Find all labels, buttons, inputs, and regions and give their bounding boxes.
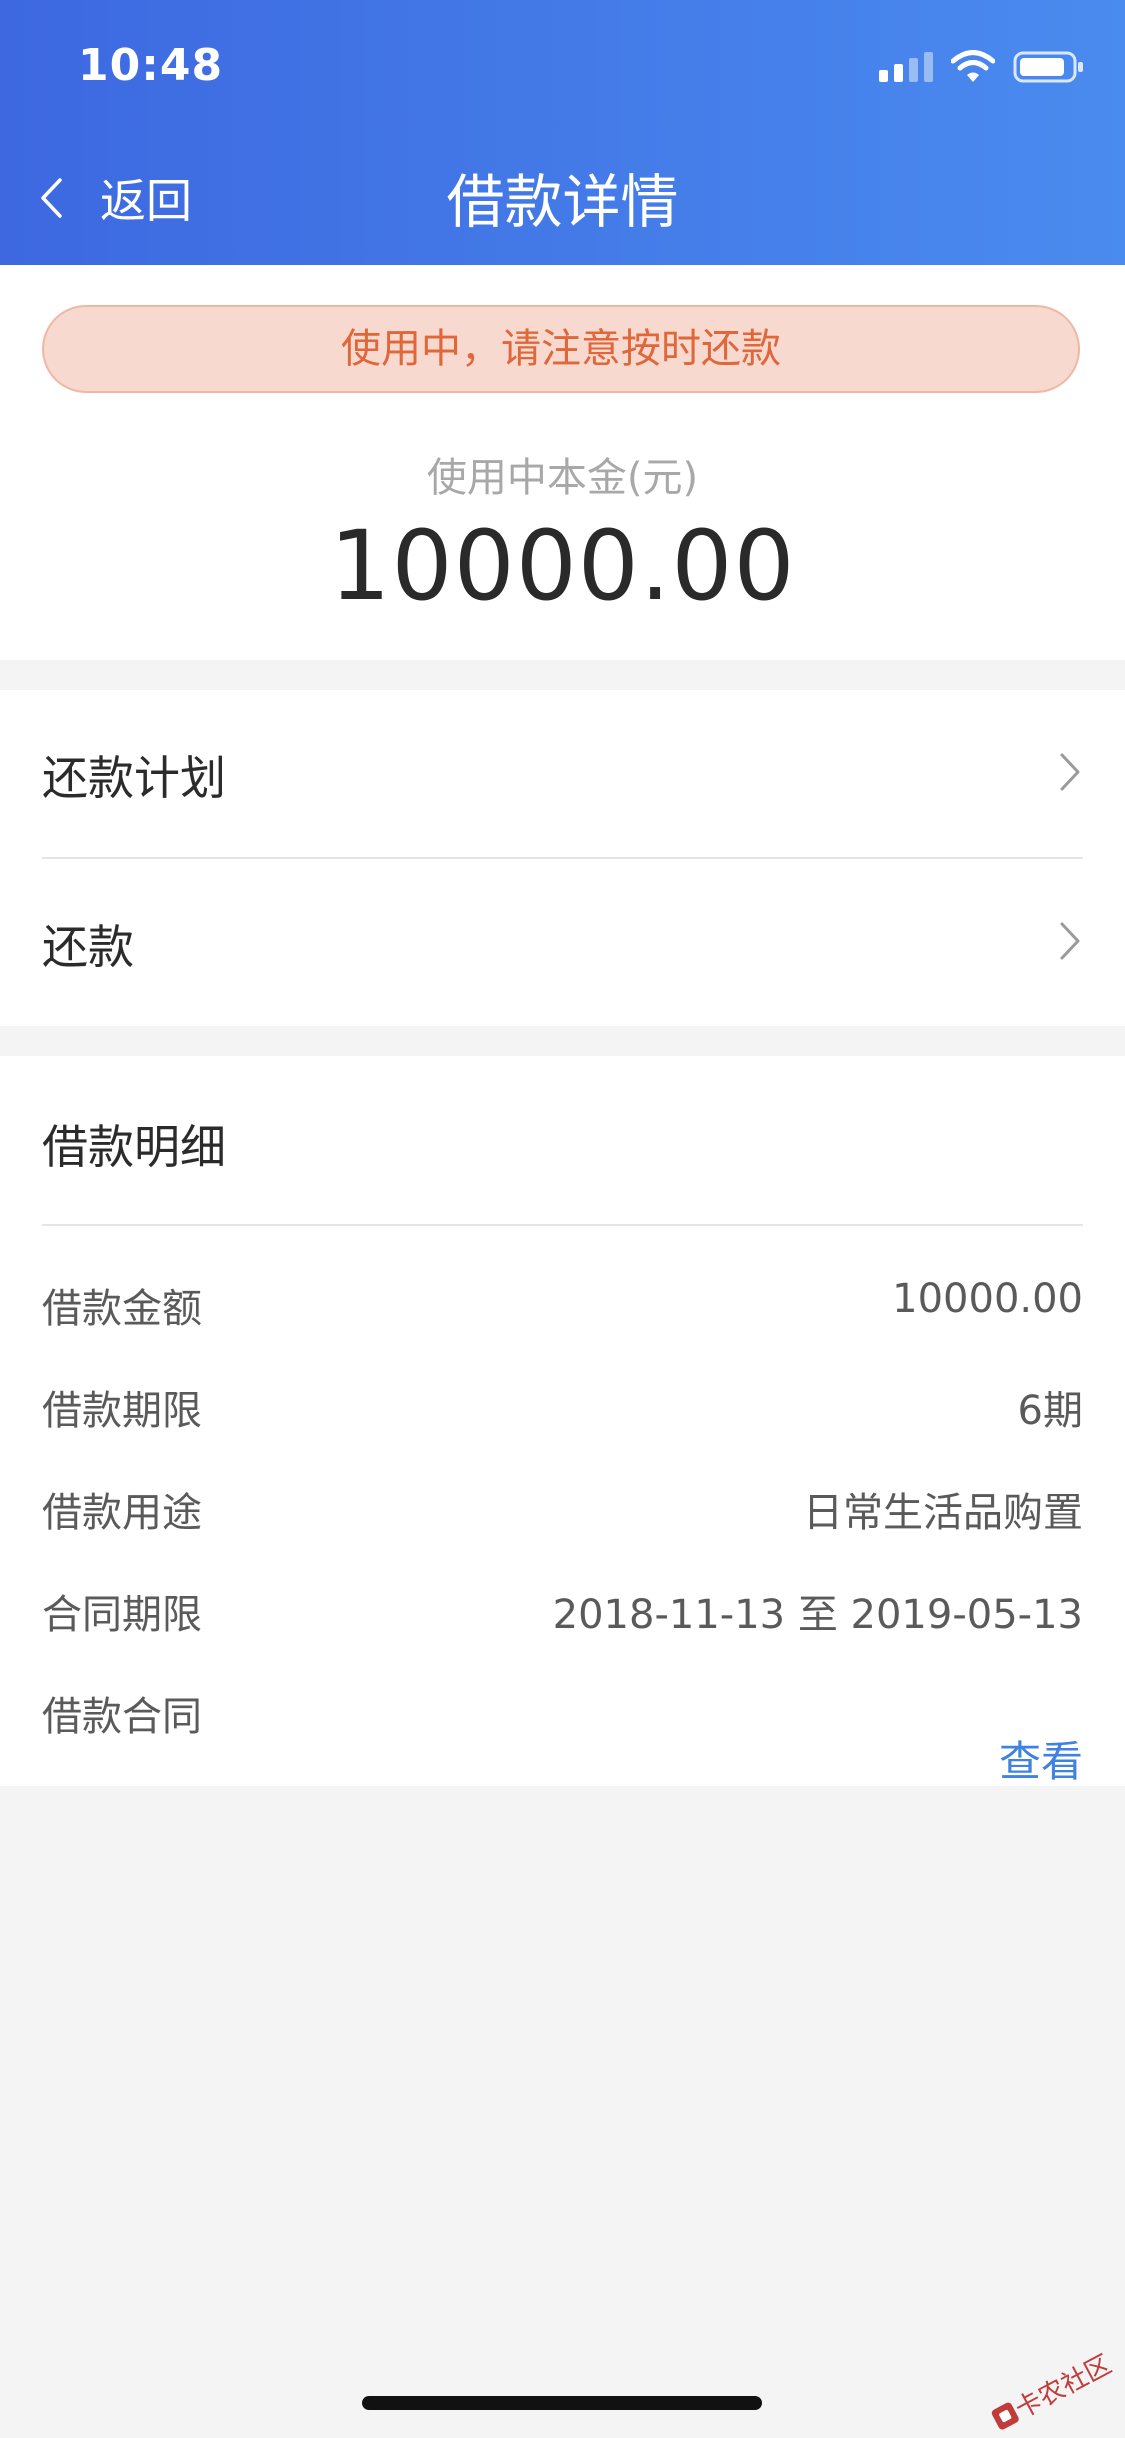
detail-value: 2018-11-13 至 2019-05-13 [552, 1592, 1083, 1638]
app-header: 10:48 返回 借款详情 [0, 0, 1125, 265]
detail-row-term: 借款期限 6期 [42, 1378, 1083, 1438]
status-icons [879, 50, 1085, 84]
repayment-row[interactable]: 还款 [0, 859, 1125, 1027]
detail-label: 借款合同 [42, 1694, 202, 1740]
chevron-right-icon [1060, 753, 1080, 791]
detail-row-contract: 借款合同 查看 [42, 1684, 1083, 1786]
status-time: 10:48 [78, 40, 224, 91]
detail-label: 借款期限 [42, 1388, 202, 1434]
detail-value: 6期 [1017, 1388, 1083, 1434]
detail-value: 10000.00 [892, 1276, 1083, 1322]
chevron-right-icon [1060, 922, 1080, 960]
view-contract-link[interactable]: 查看 [999, 1728, 1083, 1789]
page-title: 借款详情 [446, 168, 679, 236]
repayment-plan-row[interactable]: 还款计划 [0, 690, 1125, 858]
detail-value: 日常生活品购置 [803, 1490, 1083, 1536]
wifi-icon [951, 50, 995, 82]
principal-label: 使用中本金(元) [426, 455, 699, 501]
detail-label: 合同期限 [42, 1592, 202, 1638]
watermark: 卡农社区 [985, 2344, 1117, 2438]
repayment-label: 还款 [42, 920, 134, 974]
principal-amount: 10000.00 [329, 510, 796, 622]
loan-status-section: 使用中，请注意按时还款 使用中本金(元) 10000.00 [0, 265, 1125, 660]
detail-label: 借款用途 [42, 1490, 202, 1536]
loan-details-section: 借款明细 借款金额 10000.00 借款期限 6期 借款用途 日常生活品购置 … [0, 1056, 1125, 1786]
divider [42, 1224, 1083, 1226]
details-title: 借款明细 [42, 1120, 226, 1174]
battery-icon [1013, 51, 1083, 83]
home-indicator[interactable] [362, 2396, 762, 2410]
cellular-signal-icon [879, 52, 933, 82]
repayment-plan-label: 还款计划 [42, 751, 226, 805]
status-banner: 使用中，请注意按时还款 [42, 305, 1080, 393]
actions-list: 还款计划 还款 [0, 690, 1125, 1026]
detail-row-purpose: 借款用途 日常生活品购置 [42, 1480, 1083, 1540]
watermark-text: 卡农社区 [1010, 2349, 1117, 2425]
detail-label: 借款金额 [42, 1286, 202, 1332]
detail-row-contract-period: 合同期限 2018-11-13 至 2019-05-13 [42, 1582, 1083, 1642]
detail-row-amount: 借款金额 10000.00 [42, 1276, 1083, 1336]
